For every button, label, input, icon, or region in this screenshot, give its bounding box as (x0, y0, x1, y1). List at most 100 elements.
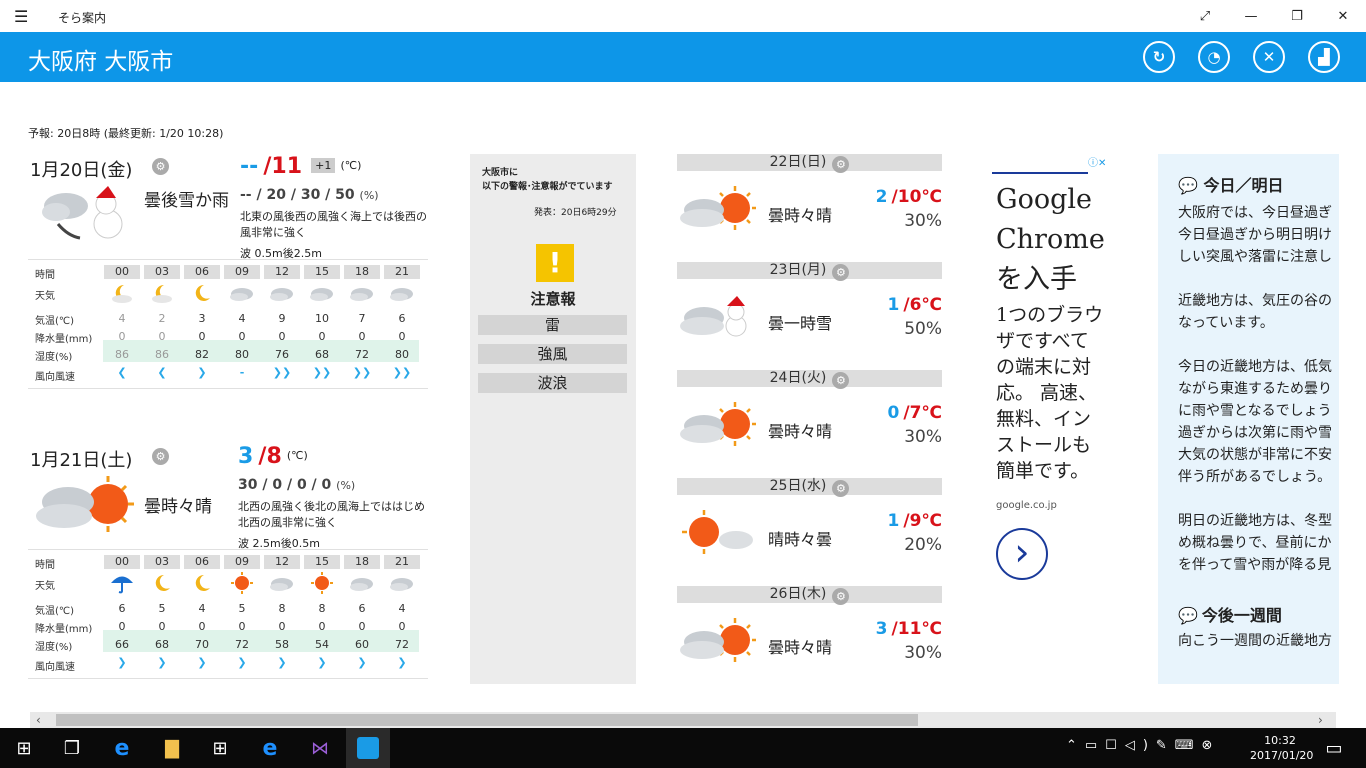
week-desc: 曇一時雪 (768, 314, 833, 333)
week-desc: 曇時々晴 (768, 422, 833, 441)
hamburger-menu-icon[interactable]: ☰ (14, 7, 28, 26)
ad-body-line: 応。 高速、 (996, 382, 1098, 404)
week-day-header: 22日(日) ⚙ (677, 154, 942, 173)
wind-direction-icon: ❯ (277, 656, 287, 669)
rain-cell: 0 (118, 330, 126, 343)
edge-icon[interactable]: e (108, 734, 136, 762)
commentary-line: 今日の近畿地方は、低気 (1178, 359, 1332, 375)
tomorrow-max: 8 (266, 444, 282, 469)
notification-icon[interactable]: ▭ (1320, 734, 1348, 762)
week-unit: ℃ (921, 403, 942, 423)
ad-arrow-button[interactable]: › (996, 528, 1048, 580)
tomorrow-panel: 1月21日(土) ⚙ 曇時々晴 3 /8 (℃) 30 / 0 / 0 / 0 … (28, 444, 428, 684)
week-day-header: 25日(水) ⚙ (677, 478, 942, 497)
maximize-button[interactable]: ❐ (1274, 0, 1320, 32)
system-tray-icons[interactable]: ⌃▭☐◁)✎⌨⊗ (1066, 738, 1220, 753)
temp-cell: 5 (238, 602, 246, 615)
humidity-cell: 54 (315, 638, 329, 651)
humidity-cell: 70 (195, 638, 209, 651)
commentary-line: 大阪府では、今日昼過ぎ (1178, 205, 1332, 221)
start-icon[interactable]: ⊞ (10, 734, 38, 762)
scroll-right-icon[interactable]: › (1318, 713, 1323, 727)
rain-cell: 0 (398, 620, 406, 633)
scroll-left-icon[interactable]: ‹ (36, 713, 41, 727)
gear-icon[interactable]: ⚙ (152, 158, 169, 175)
wind-direction-icon: ❯ (357, 656, 367, 669)
rain-cell: 0 (398, 330, 406, 343)
weather-icon-cloud (384, 572, 420, 594)
visual-studio-icon[interactable]: ⋈ (306, 734, 334, 762)
wind-direction-icon: ❮ (157, 366, 167, 379)
gear-icon[interactable]: ⚙ (832, 264, 850, 281)
explorer-icon[interactable]: ▇ (158, 734, 186, 762)
wind-direction-icon: ❯❯ (312, 366, 332, 379)
gear-icon[interactable]: ⚙ (832, 588, 850, 605)
grid-bottom-divider (28, 388, 428, 389)
rain-cell: 0 (358, 330, 366, 343)
weather-icon-moon (184, 282, 220, 304)
week-date: 23日(月) (769, 262, 827, 278)
ad-body-line: 簡単です。 (996, 460, 1090, 482)
close-button[interactable]: ✕ (1320, 0, 1366, 32)
refresh-icon[interactable]: ↻ (1143, 41, 1175, 73)
grid-label-humidity: 湿度(%) (35, 642, 73, 653)
warning-item[interactable]: 波浪 (478, 373, 627, 393)
warning-item[interactable]: 強風 (478, 344, 627, 364)
wind-direction-icon: ❯ (197, 366, 207, 379)
gear-icon[interactable]: ⚙ (832, 156, 850, 173)
tomorrow-wind-text: 北西の風強く後北の風海上でははじめ北西の風非常に強く (238, 500, 425, 529)
week-temps: 1/6℃ (842, 295, 943, 315)
gear-icon[interactable]: ⚙ (832, 480, 850, 497)
week-day-header: 23日(月) ⚙ (677, 262, 942, 281)
grid-label-time: 時間 (35, 270, 55, 281)
commentary-line: に雨や雪となるでしょう (1178, 403, 1332, 419)
commentary-heading-week: 💬 今後一週間 (1178, 602, 1282, 626)
commentary-line: なっています。 (1178, 315, 1274, 331)
tomorrow-temps: 3 /8 (℃) (238, 444, 308, 469)
task-view-icon[interactable]: ❐ (58, 734, 86, 762)
week-icon-cloud-sun (680, 400, 756, 456)
fullscreen-button[interactable]: ⤢ (1182, 0, 1228, 32)
warning-item[interactable]: 雷 (478, 315, 627, 335)
ad-info-icon[interactable]: ⓘ✕ (1088, 154, 1114, 169)
satellite-icon[interactable]: ✕ (1253, 41, 1285, 73)
gear-icon[interactable]: ⚙ (832, 372, 850, 389)
horizontal-scrollbar[interactable]: ‹ › (30, 712, 1336, 728)
week-pop: 30% (904, 427, 942, 447)
rain-cell: 0 (158, 330, 166, 343)
week-min: 0 (887, 403, 900, 423)
timer-icon[interactable]: ◔ (1198, 41, 1230, 73)
today-date: 1月20日(金) (30, 160, 133, 181)
weather-icon-moon-cloud (104, 282, 140, 304)
commentary-line: 明日の近畿地方は、冬型 (1178, 513, 1332, 529)
chart-icon[interactable]: ▟ (1308, 41, 1340, 73)
ad-body-line: 1つのブラウ (996, 304, 1104, 326)
ad-body-line: の端末に対 (996, 356, 1092, 378)
today-min: -- (240, 154, 259, 179)
humidity-cell: 68 (315, 348, 329, 361)
week-pop: 50% (904, 319, 942, 339)
hour-cell: 09 (224, 265, 260, 279)
today-temps: -- /11 +1 (℃) (240, 154, 361, 179)
hour-cell: 06 (184, 555, 220, 569)
wind-direction-icon: ❯❯ (352, 366, 372, 379)
store-icon[interactable]: ⊞ (206, 734, 234, 762)
hour-cell: 21 (384, 555, 420, 569)
commentary-line: 今日昼過ぎから明日明け (1178, 227, 1332, 243)
hour-cell: 00 (104, 555, 140, 569)
ie-icon[interactable]: e (256, 734, 284, 762)
gear-icon[interactable]: ⚙ (152, 448, 169, 465)
minimize-button[interactable]: — (1228, 0, 1274, 32)
week-pop: 30% (904, 643, 942, 663)
scrollbar-thumb[interactable] (56, 714, 918, 726)
humidity-cell: 58 (275, 638, 289, 651)
temp-cell: 9 (278, 312, 286, 325)
today-hourly-grid: 時間 天気 気温(℃) 降水量(mm) 湿度(%) 風向風速 00 4 0 86 ❮ 03 2 0 86 ❮ 0… (28, 262, 428, 392)
sora-annai-taskbar-button[interactable] (346, 728, 390, 768)
clock[interactable]: 10:32 2017/01/20 (1250, 733, 1313, 763)
week-temps: 1/9℃ (842, 511, 943, 531)
week-icon-cloud-snow (680, 292, 756, 348)
ad-body-line: ザですべて (996, 330, 1089, 352)
weather-icon-cloud (344, 282, 380, 304)
tomorrow-min: 3 (238, 444, 254, 469)
